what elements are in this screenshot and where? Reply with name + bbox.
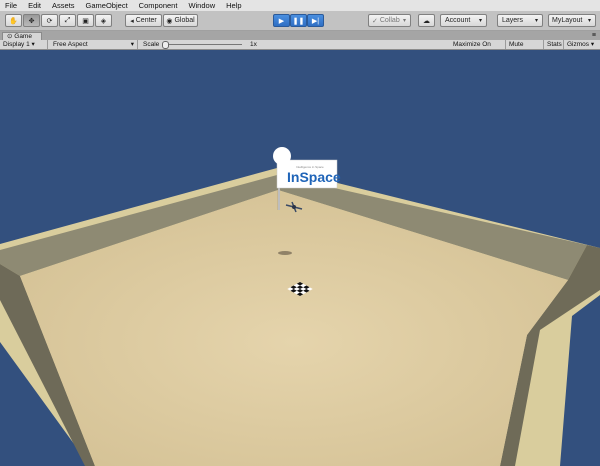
- scene-render: InSpace Intelligence in Space: [0, 147, 600, 466]
- layout-dropdown[interactable]: MyLayout: [548, 14, 596, 27]
- aspect-dropdown[interactable]: Free Aspect ▾: [50, 40, 138, 49]
- display-dropdown[interactable]: Display 1 ▾: [0, 40, 48, 49]
- pivot-icon: ◂: [130, 17, 134, 25]
- hand-icon: ✋: [9, 17, 18, 25]
- stats-toggle[interactable]: Stats: [544, 40, 564, 49]
- rect-icon: ▣: [82, 17, 89, 25]
- menu-edit[interactable]: Edit: [23, 0, 47, 11]
- menu-gameobject[interactable]: GameObject: [81, 0, 134, 11]
- menu-assets[interactable]: Assets: [47, 0, 81, 11]
- scale-value: 1x: [250, 41, 257, 48]
- scale-control: Scale 1x: [143, 41, 257, 49]
- sign-logo-text: InSpace: [287, 169, 341, 185]
- transform-tool-button[interactable]: ◈: [95, 14, 112, 27]
- scale-slider-thumb[interactable]: [162, 41, 169, 49]
- mute-audio-toggle[interactable]: Mute Audio: [506, 40, 544, 57]
- cloud-button[interactable]: ☁: [418, 14, 435, 27]
- menu-window[interactable]: Window: [183, 0, 221, 11]
- play-icon: ▶: [278, 17, 285, 25]
- hand-tool-button[interactable]: ✋: [5, 14, 22, 27]
- move-tool-button[interactable]: ✥: [23, 14, 40, 27]
- play-button[interactable]: ▶: [273, 14, 290, 27]
- scale-icon: ⤢: [64, 16, 71, 24]
- move-icon: ✥: [28, 17, 35, 25]
- tab-game[interactable]: ⊙ Game: [2, 32, 42, 40]
- account-dropdown[interactable]: Account: [440, 14, 487, 27]
- cloud-icon: ☁: [423, 17, 430, 25]
- light-orb: [273, 147, 291, 165]
- scale-slider[interactable]: [164, 44, 242, 45]
- pause-icon: ❚❚: [292, 17, 305, 25]
- check-icon: ✓: [372, 17, 378, 25]
- game-view-toolbar: Display 1 ▾ Free Aspect ▾ Scale 1x Maxim…: [0, 40, 600, 57]
- menu-help[interactable]: Help: [221, 0, 247, 11]
- menu-file[interactable]: File: [0, 0, 23, 11]
- collab-dropdown[interactable]: ✓ Collab: [368, 14, 411, 27]
- step-button[interactable]: ▶|: [307, 14, 324, 27]
- scale-tool-button[interactable]: ⤢: [59, 14, 76, 27]
- drone-shadow: [278, 251, 292, 255]
- menu-bar: File Edit Assets GameObject Component Wi…: [0, 0, 600, 11]
- game-viewport[interactable]: InSpace Intelligence in Space: [0, 50, 600, 466]
- step-icon: ▶|: [311, 17, 320, 25]
- main-toolbar: ✋ ✥ ⟳ ⤢ ▣ ◈ ◂ Center ◉ Global ▶ ❚❚ ▶| ✓ Col…: [0, 11, 600, 31]
- game-icon: ⊙: [7, 33, 13, 40]
- rect-tool-button[interactable]: ▣: [77, 14, 94, 27]
- maximize-on-play-toggle[interactable]: Maximize On Play: [450, 40, 506, 57]
- space-toggle-button[interactable]: ◉ Global: [163, 14, 198, 27]
- globe-icon: ◉: [166, 17, 173, 25]
- layers-dropdown[interactable]: Layers: [497, 14, 543, 27]
- rotate-icon: ⟳: [46, 17, 53, 25]
- tab-bar: ⊙ Game ≡: [0, 31, 600, 40]
- gizmos-dropdown[interactable]: Gizmos ▾: [564, 40, 600, 49]
- pause-button[interactable]: ❚❚: [290, 14, 307, 27]
- transform-icon: ◈: [100, 17, 107, 25]
- pivot-toggle-button[interactable]: ◂ Center: [125, 14, 162, 27]
- menu-dots-icon[interactable]: ≡: [592, 31, 596, 40]
- rotate-tool-button[interactable]: ⟳: [41, 14, 58, 27]
- menu-component[interactable]: Component: [134, 0, 184, 11]
- sign-tagline: Intelligence in Space: [296, 165, 324, 169]
